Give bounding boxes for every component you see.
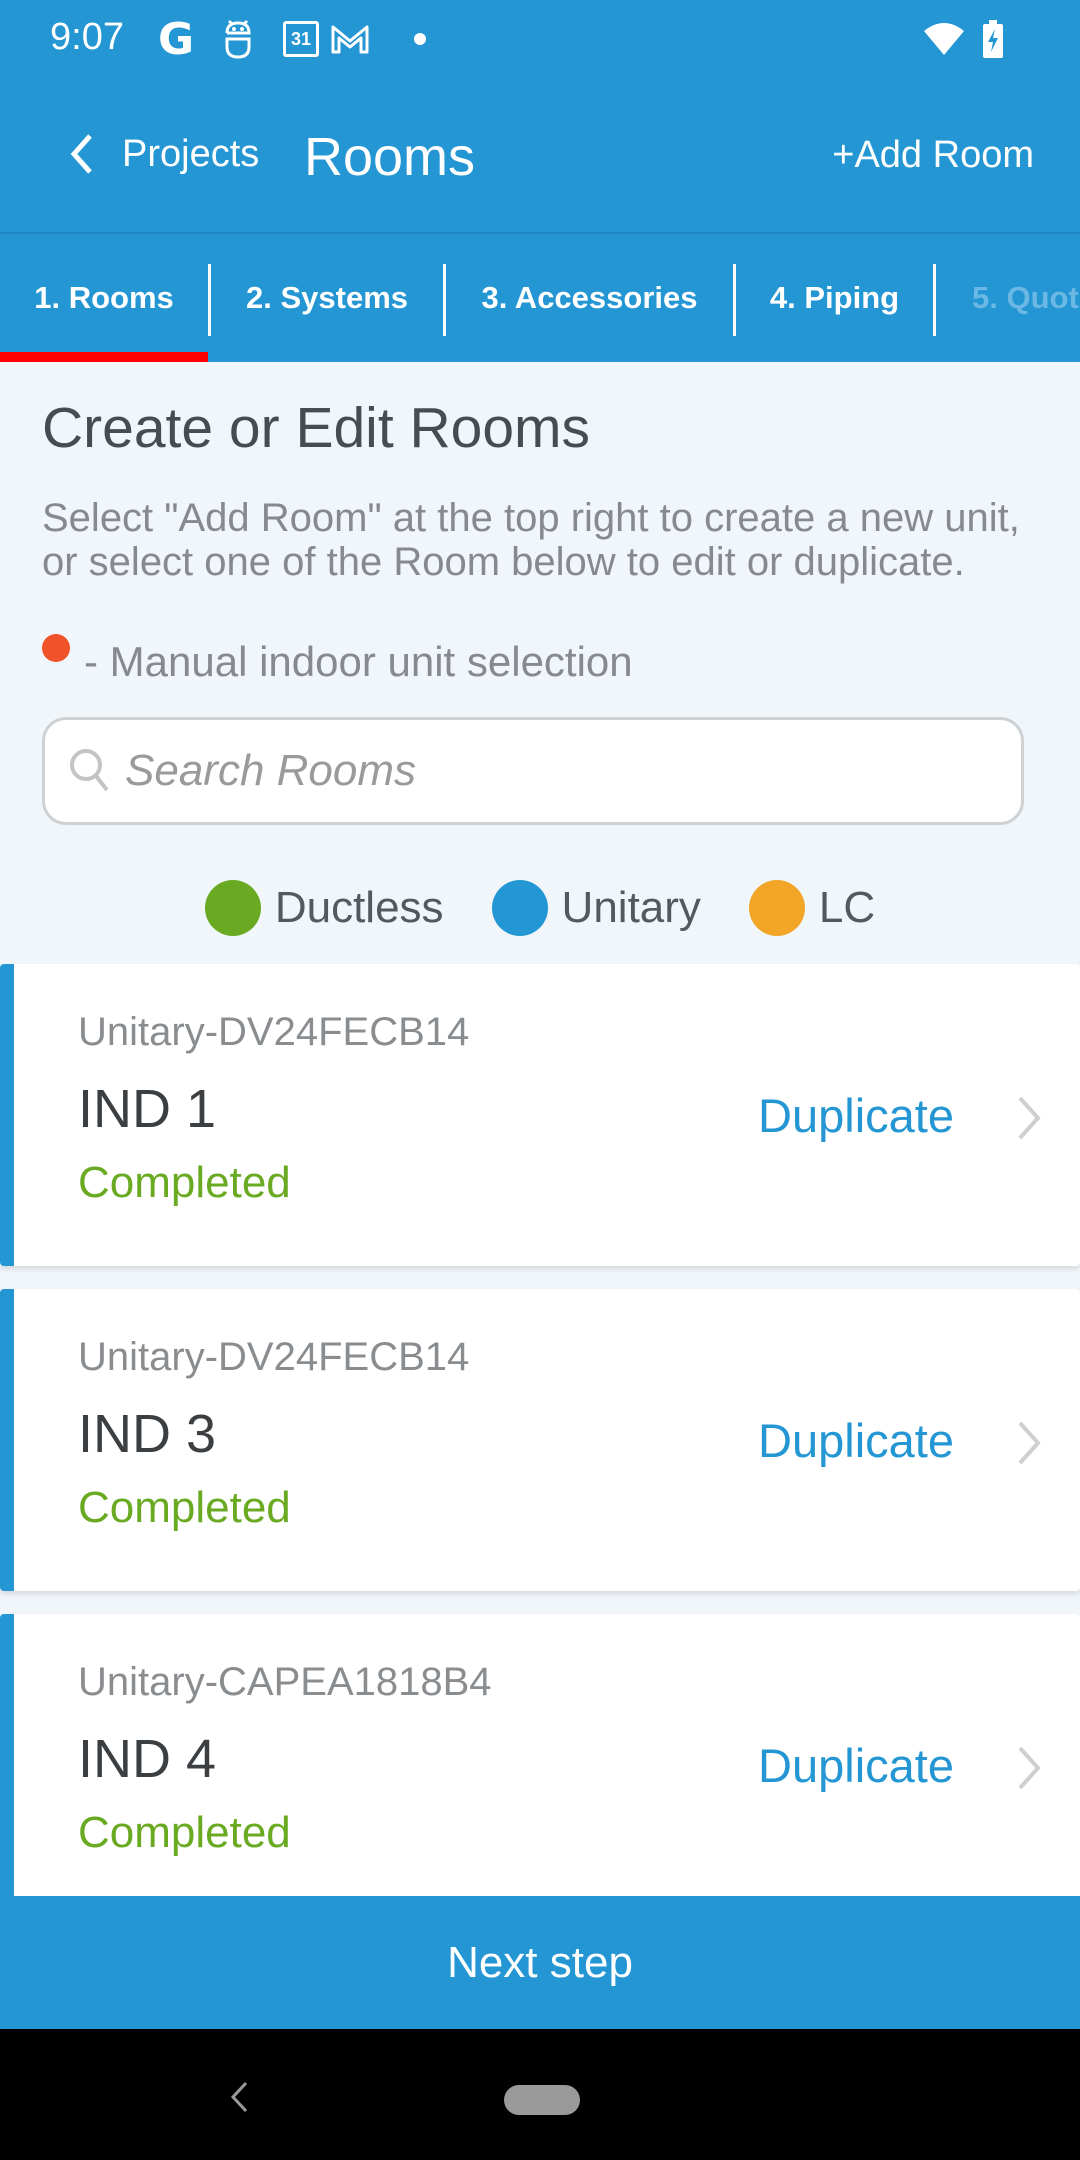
room-name: IND 4: [78, 1729, 217, 1789]
nav-back-icon[interactable]: [228, 2081, 250, 2113]
add-room-button[interactable]: +Add Room: [832, 134, 1034, 177]
page-header-title: Rooms: [304, 127, 476, 187]
status-bar: 9:07 G 31: [0, 0, 1080, 80]
unitary-dot-icon: [491, 880, 548, 936]
room-model: Unitary-DV24FECB14: [78, 1335, 470, 1379]
gmail-icon: [330, 18, 370, 60]
app-bar: Projects Rooms +Add Room: [0, 80, 1080, 232]
bot-icon: [222, 18, 254, 60]
active-tab-indicator: [0, 352, 208, 362]
manual-selection-legend: - Manual indoor unit selection: [42, 634, 633, 686]
room-status: Completed: [78, 1158, 291, 1207]
search-input[interactable]: [125, 746, 975, 796]
chevron-right-icon: [1018, 1746, 1041, 1790]
legend-item-ductless: Ductless: [204, 880, 444, 936]
tab-rooms[interactable]: 1. Rooms: [0, 234, 208, 362]
tab-systems[interactable]: 2. Systems: [211, 234, 443, 362]
google-icon: G: [157, 13, 195, 65]
notification-dot-icon: [414, 18, 426, 60]
nav-home-pill[interactable]: [504, 2085, 580, 2115]
calendar-icon: 31: [282, 18, 320, 60]
duplicate-button[interactable]: Duplicate: [758, 1088, 954, 1143]
search-field[interactable]: [42, 717, 1024, 825]
manual-selection-text: - Manual indoor unit selection: [84, 638, 633, 685]
status-time: 9:07: [50, 16, 124, 58]
ductless-dot-icon: [204, 880, 261, 936]
page-title: Create or Edit Rooms: [42, 396, 591, 460]
back-label: Projects: [122, 132, 260, 175]
room-card[interactable]: Unitary-DV24FECB14 IND 3 Completed Dupli…: [0, 1289, 1080, 1591]
wifi-icon: [922, 18, 966, 60]
system-nav-bar: [0, 2029, 1080, 2160]
unit-type-legend: Ductless Unitary LC: [0, 880, 1080, 936]
room-status: Completed: [78, 1808, 291, 1857]
legend-item-unitary: Unitary: [491, 880, 701, 936]
room-card[interactable]: Unitary-DV24FECB14 IND 1 Completed Dupli…: [0, 964, 1080, 1266]
duplicate-button[interactable]: Duplicate: [758, 1738, 954, 1793]
next-step-button[interactable]: Next step: [0, 1896, 1080, 2029]
chevron-left-icon: [70, 134, 92, 174]
room-name: IND 1: [78, 1079, 217, 1139]
manual-selection-dot-icon: [42, 634, 70, 662]
tab-piping[interactable]: 4. Piping: [736, 234, 933, 362]
search-icon: [70, 749, 109, 792]
room-model: Unitary-DV24FECB14: [78, 1010, 470, 1054]
tab-quote[interactable]: 5. Quot: [936, 234, 1080, 362]
chevron-right-icon: [1018, 1096, 1041, 1140]
duplicate-button[interactable]: Duplicate: [758, 1413, 954, 1468]
lc-dot-icon: [748, 880, 805, 936]
room-status: Completed: [78, 1483, 291, 1532]
chevron-right-icon: [1018, 1421, 1041, 1465]
legend-item-lc: LC: [748, 880, 876, 936]
back-to-projects-button[interactable]: Projects: [66, 124, 259, 184]
room-name: IND 3: [78, 1404, 217, 1464]
battery-charging-icon: [980, 18, 1006, 60]
tab-accessories[interactable]: 3. Accessories: [446, 234, 733, 362]
legend-label: Ductless: [274, 883, 444, 932]
calendar-day: 31: [283, 21, 319, 57]
room-card[interactable]: Unitary-CAPEA1818B4 IND 4 Completed Dupl…: [0, 1614, 1080, 1916]
step-tabs: 1. Rooms 2. Systems 3. Accessories 4. Pi…: [0, 232, 1080, 362]
room-model: Unitary-CAPEA1818B4: [78, 1660, 492, 1704]
legend-label: LC: [818, 883, 876, 932]
instructions-text: Select "Add Room" at the top right to cr…: [42, 496, 1020, 584]
legend-label: Unitary: [561, 883, 701, 932]
